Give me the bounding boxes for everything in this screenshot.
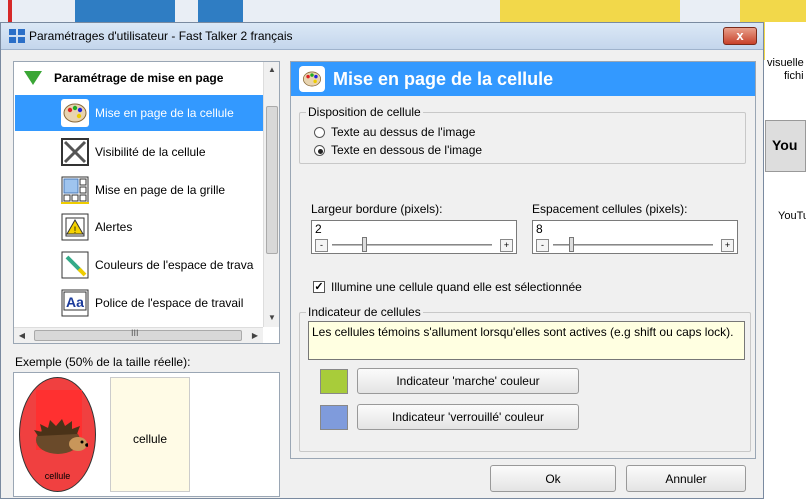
example-image-cell: cellule — [19, 377, 96, 492]
cell-spacing-slider-track[interactable] — [553, 244, 713, 246]
border-width-decrease-button[interactable]: - — [315, 239, 328, 252]
cell-spacing-decrease-button[interactable]: - — [536, 239, 549, 252]
svg-text:Aa: Aa — [66, 294, 84, 310]
radio-button-icon[interactable] — [314, 126, 325, 138]
background-text-youtu: YouTu — [778, 210, 806, 222]
cell-spacing-value[interactable]: 8 — [536, 222, 543, 236]
close-button[interactable]: x — [723, 27, 757, 45]
background-twitter-tile — [75, 0, 175, 22]
cell-spacing-label: Espacement cellules (pixels): — [532, 202, 688, 216]
example-text-cell: cellule — [110, 377, 190, 492]
ok-button[interactable]: Ok — [490, 465, 616, 492]
radio-button-selected-icon[interactable] — [314, 144, 325, 156]
panel-header: Mise en page de la cellule — [291, 62, 755, 96]
highlight-selected-checkbox[interactable]: ✓ Illumine une cellule quand elle est sé… — [313, 280, 582, 294]
warning-icon: ! — [61, 213, 89, 241]
background-blue-tile — [198, 0, 243, 22]
title-bar[interactable]: Paramétrages d'utilisateur - Fast Talker… — [1, 23, 763, 50]
settings-dialog: Paramétrages d'utilisateur - Fast Talker… — [0, 22, 764, 499]
on-color-swatch — [320, 369, 348, 394]
background-simpsons-tile — [500, 0, 680, 22]
cell-indicator-group: Indicateur de cellules Les cellules témo… — [299, 305, 751, 452]
border-width-value[interactable]: 2 — [315, 222, 322, 236]
example-preview: cellule cellule — [13, 372, 280, 497]
hedgehog-icon — [34, 419, 88, 454]
border-width-stepper[interactable]: 2 - + — [311, 220, 517, 254]
example-text-cell-label: cellule — [132, 432, 168, 446]
locked-color-swatch — [320, 405, 348, 430]
settings-panel: Mise en page de la cellule Disposition d… — [290, 61, 756, 459]
background-red-mark — [8, 0, 12, 22]
expand-triangle-icon[interactable] — [24, 71, 42, 85]
example-image-cell-label: cellule — [44, 471, 71, 481]
cell-spacing-slider-thumb[interactable] — [569, 237, 574, 252]
panel-title: Mise en page de la cellule — [333, 68, 554, 89]
highlight-selected-label: Illumine une cellule quand elle est séle… — [331, 280, 582, 294]
scroll-down-arrow-icon[interactable]: ▼ — [264, 310, 280, 326]
border-width-label: Largeur bordure (pixels): — [311, 202, 443, 216]
nav-item-label: Police de l'espace de travail — [95, 296, 244, 310]
nav-item-workspace-font[interactable]: Aa Police de l'espace de travail — [15, 285, 265, 321]
settings-navigation: Paramétrage de mise en page Mise en page… — [13, 61, 280, 344]
nav-item-label: Mise en page de la cellule — [95, 106, 234, 120]
palette-icon — [61, 99, 89, 127]
nav-item-workspace-colors[interactable]: Couleurs de l'espace de trava — [15, 247, 265, 283]
nav-item-cell-layout[interactable]: Mise en page de la cellule — [15, 95, 265, 131]
palette-icon — [299, 66, 325, 92]
window-title: Paramétrages d'utilisateur - Fast Talker… — [29, 29, 293, 43]
example-label: Exemple (50% de la taille réelle): — [15, 355, 191, 369]
scroll-up-arrow-icon[interactable]: ▲ — [264, 62, 280, 78]
checkbox-checked-icon[interactable]: ✓ — [313, 281, 325, 293]
paint-brush-icon — [61, 251, 89, 279]
radio-text-below-label: Texte en dessous de l'image — [331, 143, 483, 157]
cross-box-icon — [61, 138, 89, 166]
disposition-group: Disposition de cellule Texte au dessus d… — [299, 105, 746, 164]
radio-text-above-label: Texte au dessus de l'image — [331, 125, 476, 139]
grid-icon — [61, 176, 89, 204]
font-icon: Aa — [61, 289, 89, 317]
locked-color-button[interactable]: Indicateur 'verrouillé' couleur — [357, 404, 579, 430]
background-youtube-tile: You — [765, 120, 806, 172]
border-width-increase-button[interactable]: + — [500, 239, 513, 252]
cell-indicator-group-title: Indicateur de cellules — [306, 305, 423, 319]
nav-item-label: Couleurs de l'espace de trava — [95, 258, 254, 272]
scroll-left-arrow-icon[interactable]: ◀ — [14, 328, 30, 344]
nav-vertical-scroll-thumb[interactable] — [266, 106, 278, 254]
nav-item-cell-visibility[interactable]: Visibilité de la cellule — [15, 134, 265, 170]
cell-indicator-info: Les cellules témoins s'allument lorsqu'e… — [308, 321, 745, 360]
nav-item-label: Mise en page de la grille — [95, 183, 226, 197]
cell-spacing-stepper[interactable]: 8 - + — [532, 220, 738, 254]
disposition-group-title: Disposition de cellule — [306, 105, 423, 119]
nav-item-alerts[interactable]: ! Alertes — [15, 209, 265, 245]
nav-section-header[interactable]: Paramétrage de mise en page — [20, 68, 223, 88]
nav-item-grid-layout[interactable]: Mise en page de la grille — [15, 172, 265, 208]
nav-section-title: Paramétrage de mise en page — [54, 71, 224, 85]
nav-vertical-scrollbar[interactable]: ▲ ▼ — [263, 62, 279, 327]
background-text-visuelle: visuelle — [767, 57, 804, 69]
cancel-button[interactable]: Annuler — [626, 465, 746, 492]
on-color-button[interactable]: Indicateur 'marche' couleur — [357, 368, 579, 394]
nav-horizontal-scroll-thumb[interactable]: III — [34, 328, 242, 341]
app-grid-icon — [9, 29, 25, 43]
cell-spacing-increase-button[interactable]: + — [721, 239, 734, 252]
close-icon: x — [736, 28, 744, 43]
background-right-column — [765, 22, 806, 499]
radio-text-above[interactable]: Texte au dessus de l'image — [314, 125, 475, 139]
svg-text:!: ! — [74, 225, 77, 235]
nav-horizontal-scrollbar[interactable]: ◀ III ▶ — [14, 327, 263, 343]
scroll-right-arrow-icon[interactable]: ▶ — [247, 328, 263, 344]
radio-text-below[interactable]: Texte en dessous de l'image — [314, 143, 482, 157]
nav-item-label: Alertes — [95, 220, 133, 234]
border-width-slider-track[interactable] — [332, 244, 492, 246]
nav-item-label: Visibilité de la cellule — [95, 145, 206, 159]
border-width-slider-thumb[interactable] — [362, 237, 367, 252]
scroll-grip-icon: III — [131, 328, 139, 338]
background-text-you: You — [772, 137, 798, 153]
background-text-fichi: fichi — [784, 70, 804, 82]
